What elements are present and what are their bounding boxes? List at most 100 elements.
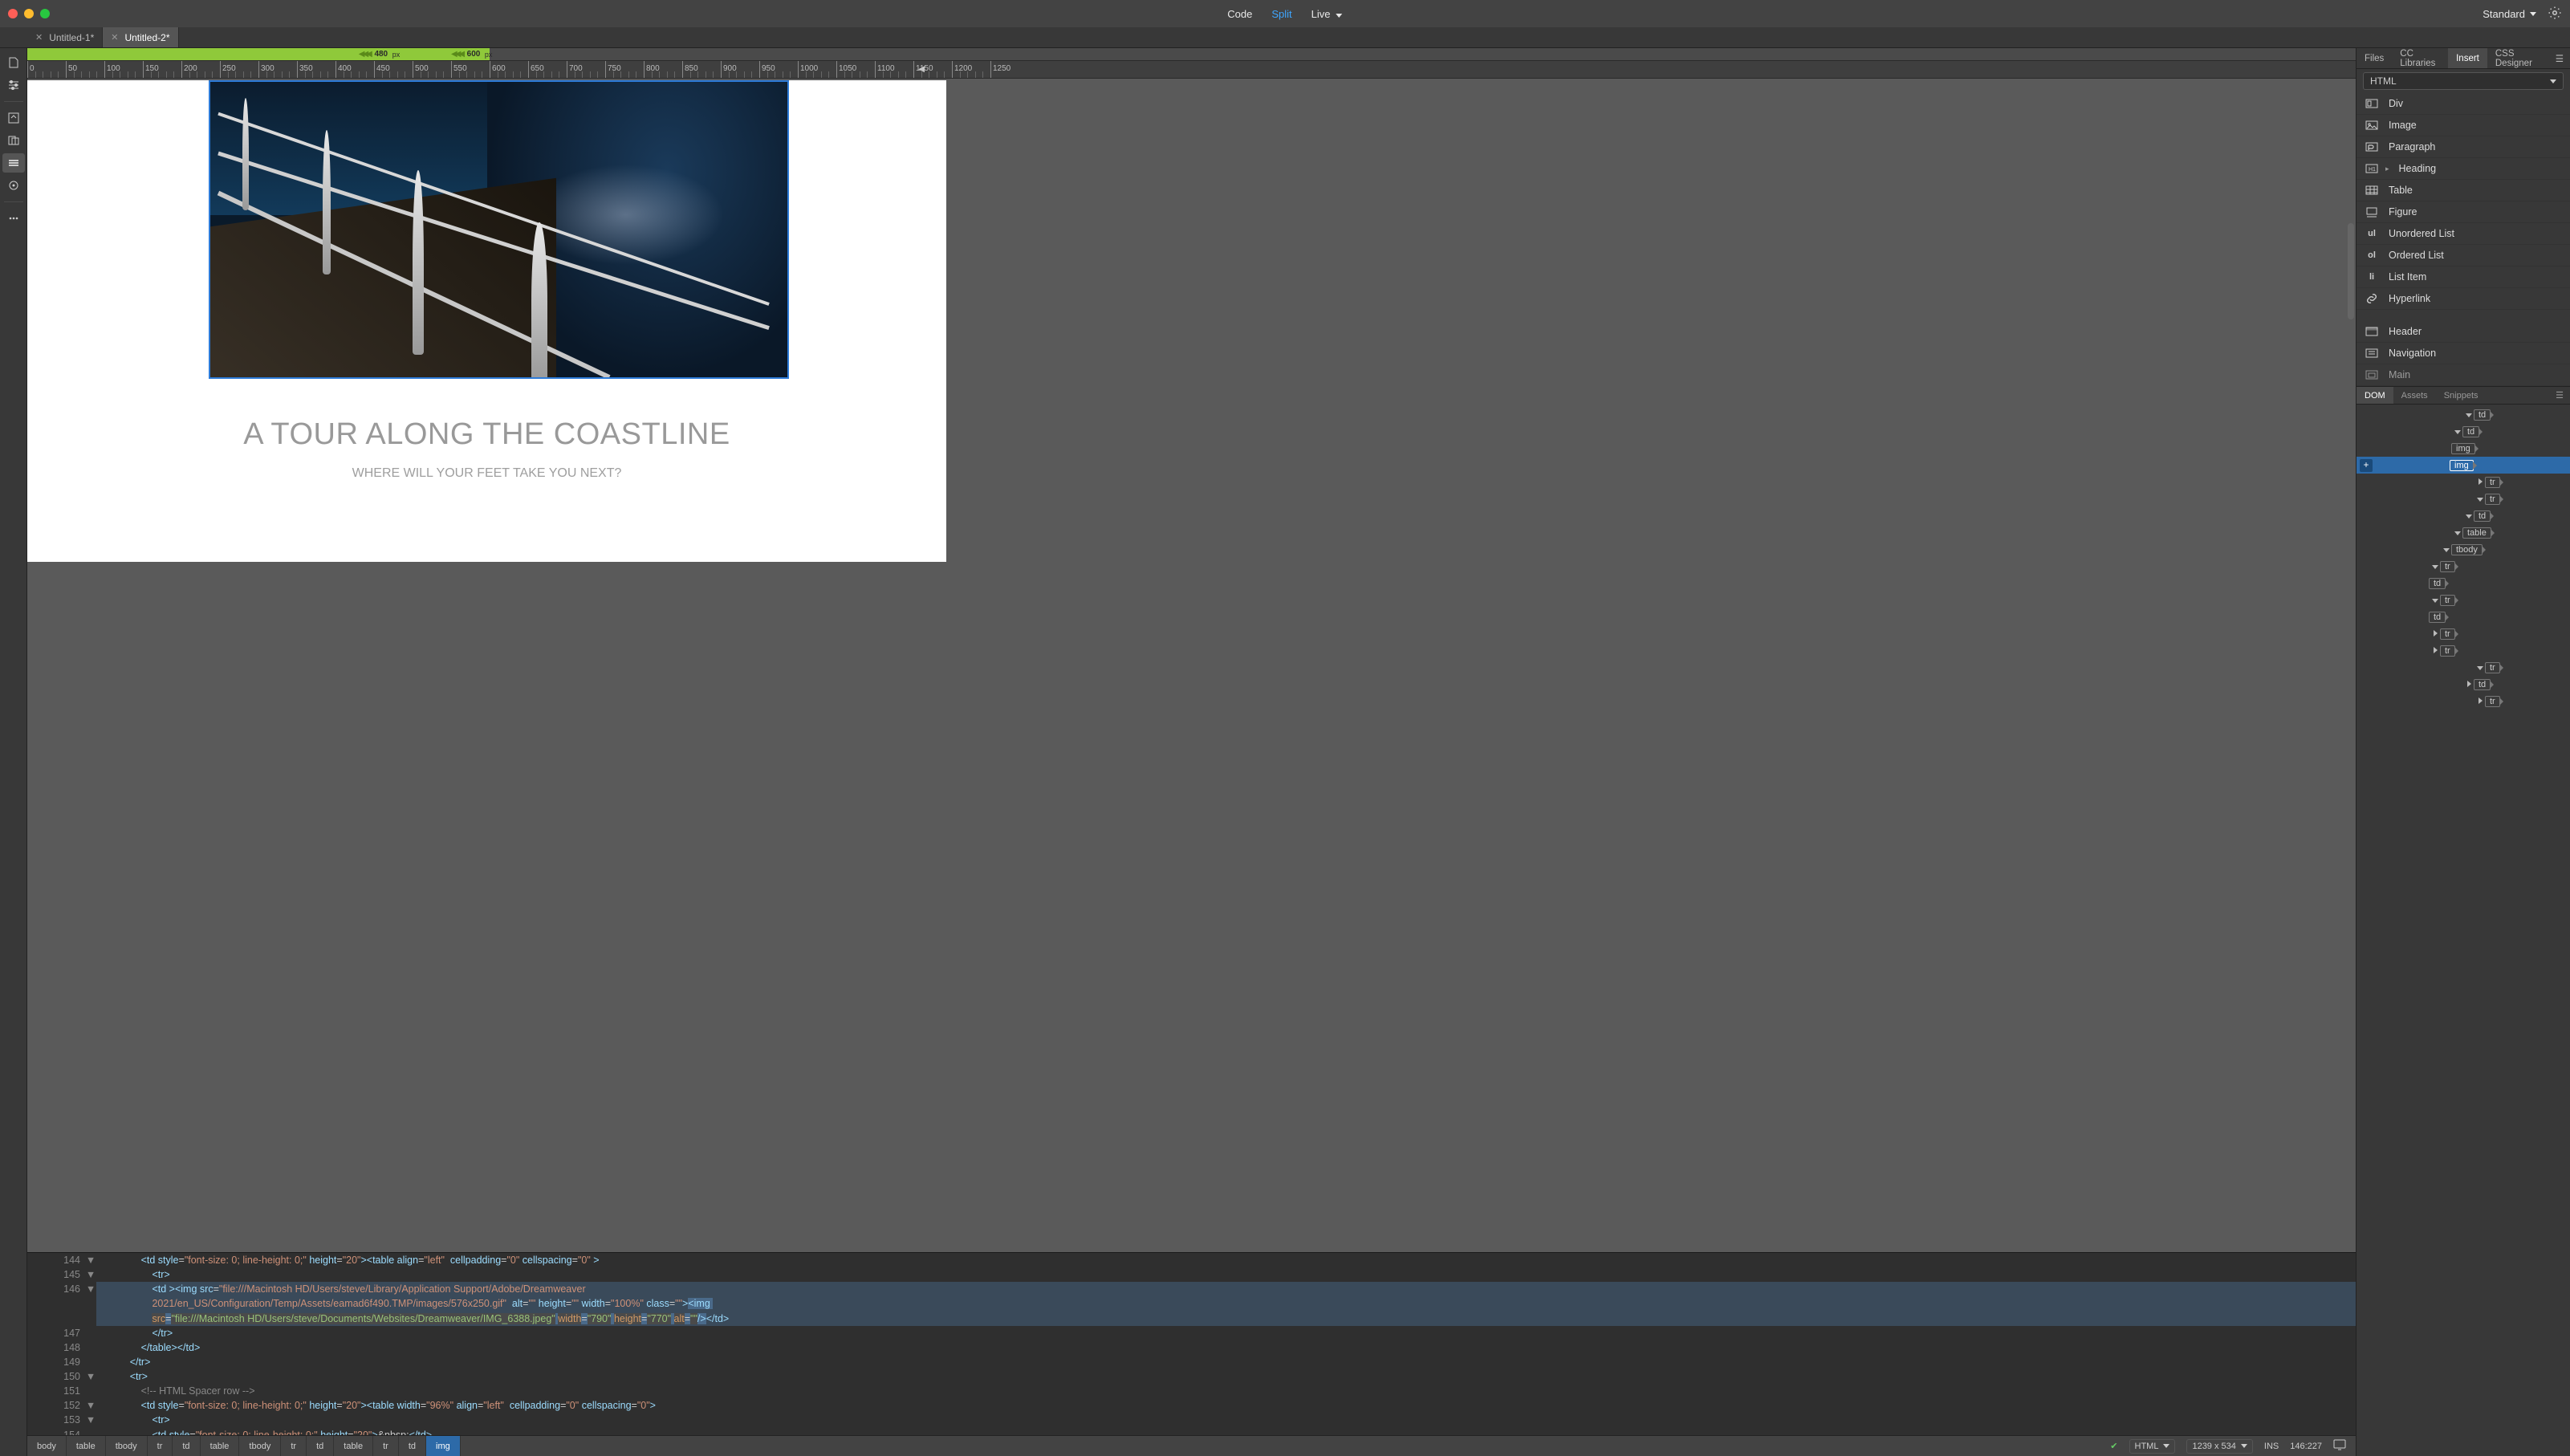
dom-node[interactable]: td [2357, 608, 2570, 625]
code-line[interactable]: src="file:///Macintosh HD/Users/steve/Do… [27, 1312, 2356, 1326]
code-view[interactable]: 144▼ <td style="font-size: 0; line-heigh… [27, 1252, 2356, 1435]
insert-item-ordered-list[interactable]: olOrdered List [2357, 245, 2570, 266]
close-tab-icon[interactable]: ✕ [111, 32, 118, 43]
sliders-icon[interactable] [2, 75, 25, 95]
breadcrumb-item[interactable]: tr [148, 1436, 173, 1456]
close-window-button[interactable] [8, 9, 18, 18]
language-selector[interactable]: HTML [2129, 1439, 2176, 1454]
minimize-window-button[interactable] [24, 9, 34, 18]
view-live[interactable]: Live [1311, 8, 1343, 20]
insert-item-main[interactable]: Main [2357, 364, 2570, 386]
insert-item-heading[interactable]: H1▸Heading [2357, 158, 2570, 180]
breadcrumb-item[interactable]: tr [373, 1436, 399, 1456]
code-line[interactable]: 144▼ <td style="font-size: 0; line-heigh… [27, 1253, 2356, 1267]
live-view-options-icon[interactable] [2, 153, 25, 173]
view-code[interactable]: Code [1227, 8, 1252, 20]
zoom-window-button[interactable] [40, 9, 50, 18]
insert-item-div[interactable]: Div [2357, 93, 2570, 115]
dom-node[interactable]: tr [2357, 625, 2570, 642]
code-line[interactable]: 2021/en_US/Configuration/Temp/Assets/eam… [27, 1296, 2356, 1311]
breadcrumb-item[interactable]: td [173, 1436, 200, 1456]
dom-node[interactable]: img [2357, 440, 2570, 457]
close-tab-icon[interactable]: ✕ [35, 32, 43, 43]
panel-menu-icon[interactable]: ☰ [2549, 48, 2570, 68]
preview-icon[interactable] [2333, 1439, 2346, 1453]
dom-node[interactable]: td [2357, 423, 2570, 440]
tab-insert[interactable]: Insert [2448, 48, 2487, 68]
tab-files[interactable]: Files [2357, 48, 2392, 68]
breadcrumb-item[interactable]: img [426, 1436, 461, 1456]
insert-item-image[interactable]: Image [2357, 115, 2570, 136]
code-line[interactable]: 146▼ <td ><img src="file:///Macintosh HD… [27, 1282, 2356, 1296]
breakpoint-marker[interactable]: ◀◀◀ 480 px [359, 48, 400, 60]
insert-category[interactable]: HTML [2357, 69, 2570, 93]
selected-image[interactable] [209, 80, 789, 379]
code-line[interactable]: 151 <!-- HTML Spacer row --> [27, 1384, 2356, 1398]
insert-item-paragraph[interactable]: Paragraph [2357, 136, 2570, 158]
insert-item-list-item[interactable]: liList Item [2357, 266, 2570, 288]
dom-node[interactable]: tbody [2357, 541, 2570, 558]
breadcrumb-item[interactable]: tbody [239, 1436, 281, 1456]
insert-item-unordered-list[interactable]: ulUnordered List [2357, 223, 2570, 245]
insert-item-figure[interactable]: Figure [2357, 201, 2570, 223]
code-line[interactable]: 149 </tr> [27, 1355, 2356, 1369]
breadcrumb-item[interactable]: table [201, 1436, 240, 1456]
insert-item-table[interactable]: Table [2357, 180, 2570, 201]
workspace-selector[interactable]: Standard [2483, 8, 2536, 20]
insert-item-header[interactable]: Header [2357, 321, 2570, 343]
breadcrumb-item[interactable]: tr [281, 1436, 307, 1456]
code-line[interactable]: 152▼ <td style="font-size: 0; line-heigh… [27, 1398, 2356, 1413]
expand-icon[interactable] [2, 108, 25, 128]
tab-assets[interactable]: Assets [2393, 387, 2436, 404]
tab-css-designer[interactable]: CSS Designer [2487, 48, 2549, 68]
dom-node[interactable]: tr [2357, 490, 2570, 507]
breadcrumb-item[interactable]: body [27, 1436, 67, 1456]
related-files-icon[interactable] [2, 131, 25, 150]
panel-menu-icon[interactable]: ☰ [2549, 387, 2570, 404]
breadcrumb-item[interactable]: tbody [106, 1436, 148, 1456]
sync-settings-icon[interactable] [2548, 6, 2562, 22]
breadcrumb-item[interactable]: td [399, 1436, 426, 1456]
insert-item-navigation[interactable]: Navigation [2357, 343, 2570, 364]
doc-tab[interactable]: ✕ Untitled-1* [27, 27, 103, 47]
breakpoint-bar[interactable]: ◀◀◀ 480 px ◀◀◀ 600 px [27, 48, 2356, 61]
doc-tab[interactable]: ✕ Untitled-2* [103, 27, 178, 47]
dom-node[interactable]: +img [2357, 457, 2570, 474]
dom-node[interactable]: tr [2357, 474, 2570, 490]
view-split[interactable]: Split [1271, 8, 1291, 20]
design-view[interactable]: A TOUR ALONG THE COASTLINE WHERE WILL YO… [27, 79, 2356, 1252]
code-line[interactable]: 153▼ <tr> [27, 1413, 2356, 1427]
dom-node[interactable]: tr [2357, 659, 2570, 676]
dom-node[interactable]: td [2357, 676, 2570, 693]
page-headline[interactable]: A TOUR ALONG THE COASTLINE [27, 417, 946, 452]
insert-item-hyperlink[interactable]: Hyperlink [2357, 288, 2570, 310]
dom-node[interactable]: tr [2357, 693, 2570, 710]
code-line[interactable]: 145▼ <tr> [27, 1267, 2356, 1282]
more-tools-icon[interactable] [2, 209, 25, 228]
dom-tree[interactable]: tdtdimg+imgtrtrtdtabletbodytrtdtrtdtrtrt… [2357, 405, 2570, 1456]
dom-node[interactable]: td [2357, 507, 2570, 524]
tab-cc-libraries[interactable]: CC Libraries [2392, 48, 2448, 68]
breadcrumb-item[interactable]: table [334, 1436, 373, 1456]
code-line[interactable]: 154 <td style="font-size: 0; line-height… [27, 1428, 2356, 1436]
scrollbar-vertical[interactable] [2348, 223, 2354, 319]
breadcrumb-item[interactable]: td [307, 1436, 334, 1456]
viewport-size-selector[interactable]: 1239 x 534 [2186, 1439, 2252, 1454]
no-errors-icon[interactable]: ✔ [2110, 1441, 2117, 1451]
dom-node[interactable]: tr [2357, 642, 2570, 659]
tab-snippets[interactable]: Snippets [2436, 387, 2487, 404]
file-management-icon[interactable] [2, 53, 25, 72]
dom-node[interactable]: tr [2357, 558, 2570, 575]
breakpoint-marker[interactable]: ◀◀◀ 600 px [451, 48, 492, 60]
dom-node[interactable]: table [2357, 524, 2570, 541]
inspect-icon[interactable] [2, 176, 25, 195]
code-line[interactable]: 150▼ <tr> [27, 1369, 2356, 1384]
code-line[interactable]: 148 </table></td> [27, 1340, 2356, 1355]
add-element-icon[interactable]: + [2360, 459, 2373, 472]
tab-dom[interactable]: DOM [2357, 387, 2393, 404]
breadcrumb-item[interactable]: table [67, 1436, 106, 1456]
code-line[interactable]: 147 </tr> [27, 1326, 2356, 1340]
dom-node[interactable]: tr [2357, 592, 2570, 608]
page-subhead[interactable]: WHERE WILL YOUR FEET TAKE YOU NEXT? [27, 466, 946, 481]
dom-node[interactable]: td [2357, 406, 2570, 423]
